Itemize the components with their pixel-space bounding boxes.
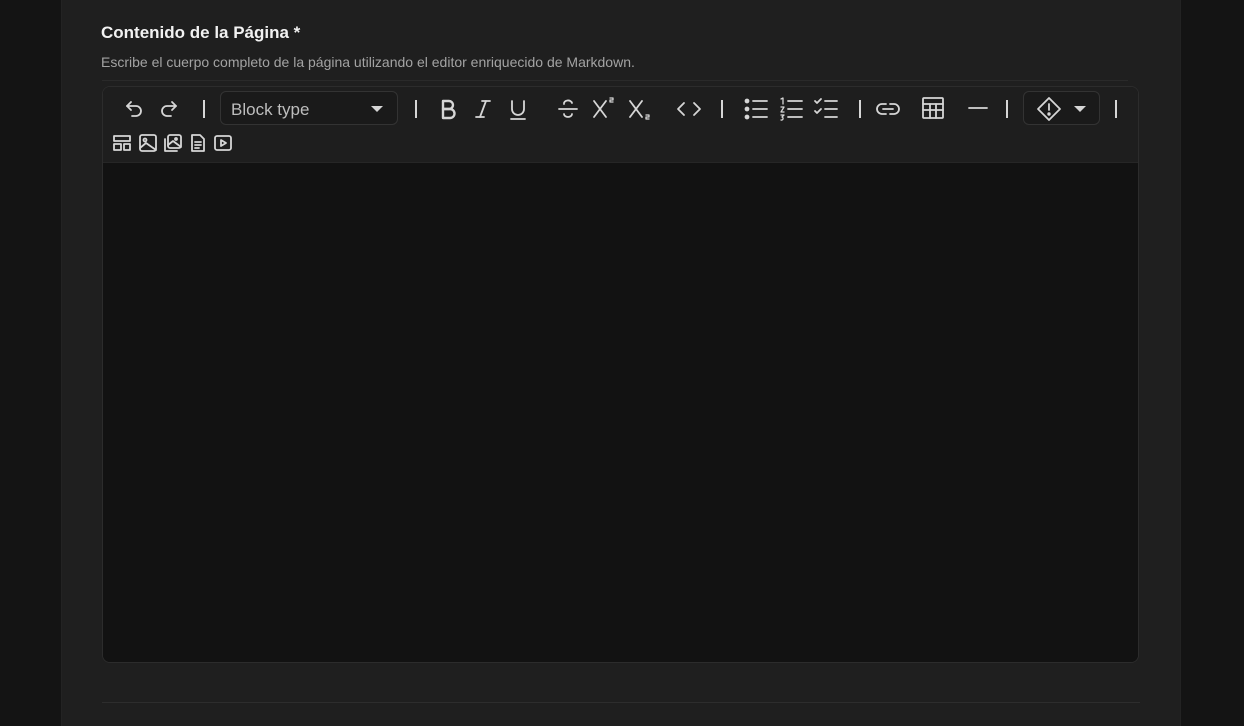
- italic-icon[interactable]: [472, 97, 494, 121]
- table-icon[interactable]: [921, 96, 945, 120]
- chevron-down-icon: [1074, 106, 1086, 112]
- layout-icon[interactable]: [112, 133, 132, 153]
- undo-icon[interactable]: [123, 98, 145, 120]
- block-type-select[interactable]: Block type: [220, 91, 398, 125]
- toolbar-separator: [1115, 100, 1117, 118]
- redo-icon[interactable]: [158, 98, 180, 120]
- divider: [102, 80, 1128, 81]
- image-icon[interactable]: [138, 133, 158, 153]
- numbered-list-icon[interactable]: [778, 96, 804, 122]
- divider: [102, 702, 1140, 703]
- field-label: Contenido de la Página *: [101, 23, 301, 42]
- toolbar-separator: [1006, 100, 1008, 118]
- gallery-icon[interactable]: [163, 133, 183, 153]
- code-icon[interactable]: [675, 97, 703, 121]
- strikethrough-icon[interactable]: [556, 97, 580, 121]
- superscript-icon[interactable]: [590, 95, 618, 121]
- block-type-label: Block type: [231, 100, 310, 119]
- video-icon[interactable]: [213, 133, 233, 153]
- toolbar-separator: [721, 100, 723, 118]
- horizontal-rule-icon[interactable]: [965, 96, 991, 120]
- document-icon[interactable]: [188, 133, 208, 153]
- checklist-icon[interactable]: [813, 96, 839, 122]
- chevron-down-icon: [371, 106, 383, 112]
- underline-icon[interactable]: [507, 97, 529, 123]
- admonition-icon: [1036, 96, 1062, 122]
- admonition-select[interactable]: [1023, 91, 1100, 125]
- link-icon[interactable]: [875, 97, 901, 121]
- markdown-editor: Block type: [102, 86, 1139, 663]
- toolbar-separator: [203, 100, 205, 118]
- editor-toolbar: Block type: [103, 87, 1138, 163]
- bold-icon[interactable]: [437, 97, 459, 121]
- toolbar-separator: [859, 100, 861, 118]
- subscript-icon[interactable]: [626, 97, 654, 123]
- form-panel: Contenido de la Página * Escribe el cuer…: [61, 0, 1181, 726]
- toolbar-separator: [415, 100, 417, 118]
- field-help-text: Escribe el cuerpo completo de la página …: [101, 54, 635, 70]
- bullet-list-icon[interactable]: [743, 96, 769, 122]
- editor-content-area[interactable]: [103, 163, 1138, 662]
